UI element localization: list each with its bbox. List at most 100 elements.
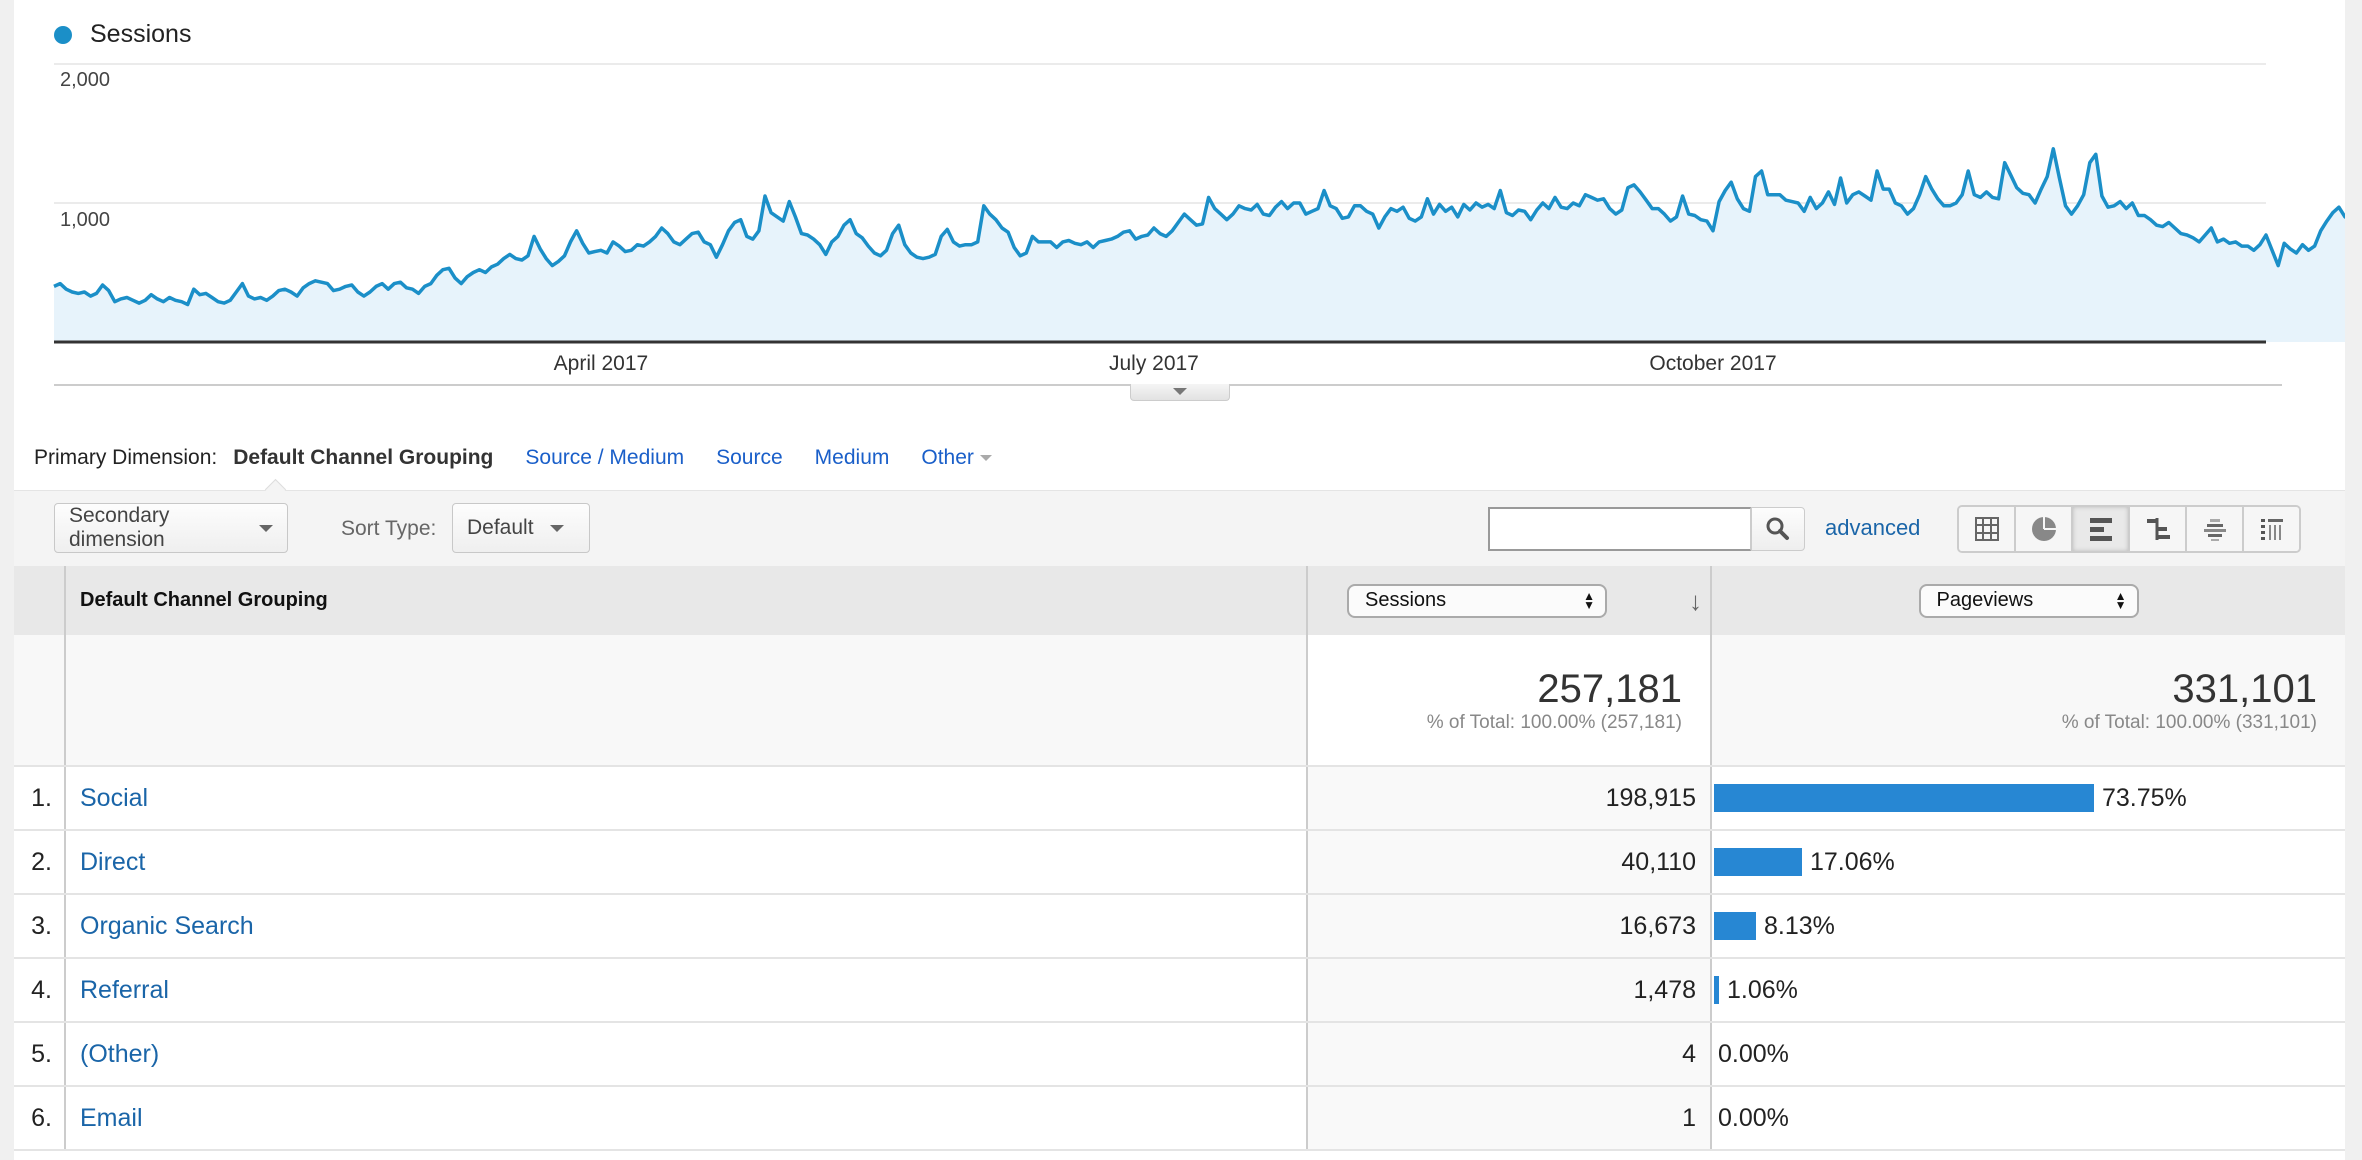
data-point[interactable] [1096, 239, 1102, 245]
data-point[interactable] [1965, 168, 1971, 174]
data-point[interactable] [2239, 243, 2245, 249]
data-point[interactable] [2154, 222, 2160, 228]
data-point[interactable] [1121, 229, 1127, 235]
data-point[interactable] [1181, 211, 1187, 217]
data-point[interactable] [416, 290, 422, 296]
data-point[interactable] [1680, 193, 1686, 199]
data-point[interactable] [817, 242, 823, 248]
data-point[interactable] [695, 229, 701, 235]
data-point[interactable] [167, 295, 173, 301]
data-point[interactable] [270, 293, 276, 299]
data-point[interactable] [2196, 239, 2202, 245]
data-point[interactable] [1090, 245, 1096, 251]
data-point[interactable] [2014, 185, 2020, 191]
data-point[interactable] [1722, 188, 1728, 194]
data-point[interactable] [1072, 240, 1078, 246]
data-point[interactable] [1971, 192, 1977, 198]
data-point[interactable] [173, 297, 179, 303]
data-point[interactable] [683, 236, 689, 242]
data-point[interactable] [489, 264, 495, 270]
data-point[interactable] [1017, 253, 1023, 259]
data-point[interactable] [179, 299, 185, 305]
data-point[interactable] [1996, 196, 2002, 202]
data-point[interactable] [1437, 201, 1443, 207]
data-point[interactable] [1309, 208, 1315, 214]
data-point[interactable] [1819, 200, 1825, 206]
data-point[interactable] [1394, 208, 1400, 214]
data-point[interactable] [404, 285, 410, 291]
data-point[interactable] [1856, 189, 1862, 195]
data-point[interactable] [300, 285, 306, 291]
data-point[interactable] [993, 217, 999, 223]
data-point[interactable] [1200, 221, 1206, 227]
data-point[interactable] [2251, 247, 2257, 253]
data-point[interactable] [1418, 214, 1424, 220]
data-point[interactable] [112, 299, 118, 305]
data-point[interactable] [756, 228, 762, 234]
data-point[interactable] [476, 267, 482, 273]
data-point[interactable] [1291, 200, 1297, 206]
data-point[interactable] [1692, 213, 1698, 219]
data-point[interactable] [732, 220, 738, 226]
data-point[interactable] [1315, 206, 1321, 212]
data-point[interactable] [1595, 197, 1601, 203]
data-point[interactable] [677, 242, 683, 248]
data-point[interactable] [1461, 201, 1467, 207]
data-point[interactable] [1589, 194, 1595, 200]
data-point[interactable] [1175, 220, 1181, 226]
data-point[interactable] [391, 281, 397, 287]
percentage-pie-view-button[interactable] [2016, 507, 2073, 551]
data-point[interactable] [1194, 222, 1200, 228]
data-point[interactable] [495, 261, 501, 267]
data-point[interactable] [689, 231, 695, 237]
data-point[interactable] [331, 288, 337, 294]
data-point[interactable] [2087, 160, 2093, 166]
data-point[interactable] [2099, 193, 2105, 199]
data-point[interactable] [75, 290, 81, 296]
data-point[interactable] [2263, 232, 2269, 238]
data-point[interactable] [142, 297, 148, 303]
data-point[interactable] [2275, 263, 2281, 269]
data-point[interactable] [1686, 211, 1692, 217]
data-point[interactable] [1187, 217, 1193, 223]
data-point[interactable] [1552, 194, 1558, 200]
pageviews-column-header[interactable]: Pageviews ▲ ▼ [1711, 566, 2345, 635]
data-point[interactable] [1503, 210, 1509, 216]
data-point[interactable] [750, 236, 756, 242]
data-point[interactable] [2184, 232, 2190, 238]
data-point[interactable] [1905, 211, 1911, 217]
data-point[interactable] [568, 239, 574, 245]
data-point[interactable] [1765, 192, 1771, 198]
data-point[interactable] [1424, 196, 1430, 202]
data-point[interactable] [1023, 250, 1029, 256]
data-point[interactable] [1115, 233, 1121, 239]
data-point[interactable] [124, 295, 130, 301]
sort-descending-icon[interactable]: ↓ [1689, 586, 1702, 617]
data-point[interactable] [871, 250, 877, 256]
data-point[interactable] [1011, 245, 1017, 251]
data-point[interactable] [665, 231, 671, 237]
data-point[interactable] [258, 295, 264, 301]
dimension-other-dropdown[interactable]: Other [921, 446, 992, 470]
data-point[interactable] [1345, 214, 1351, 220]
data-point[interactable] [1935, 196, 1941, 202]
dimension-source-medium[interactable]: Source / Medium [525, 446, 684, 470]
data-point[interactable] [1042, 239, 1048, 245]
data-point[interactable] [1297, 200, 1303, 206]
data-point[interactable] [203, 290, 209, 296]
data-point[interactable] [288, 289, 294, 295]
channel-link[interactable]: Direct [80, 848, 145, 876]
data-point[interactable] [1728, 179, 1734, 185]
data-point[interactable] [1431, 211, 1437, 217]
data-point[interactable] [592, 249, 598, 255]
data-point[interactable] [1844, 200, 1850, 206]
channel-link[interactable]: Organic Search [80, 912, 254, 940]
data-point[interactable] [136, 300, 142, 306]
data-point[interactable] [1212, 206, 1218, 212]
dimension-source[interactable]: Source [716, 446, 783, 470]
data-point[interactable] [1248, 207, 1254, 213]
data-point[interactable] [1850, 192, 1856, 198]
data-point[interactable] [896, 222, 902, 228]
data-point[interactable] [1740, 206, 1746, 212]
data-point[interactable] [805, 232, 811, 238]
